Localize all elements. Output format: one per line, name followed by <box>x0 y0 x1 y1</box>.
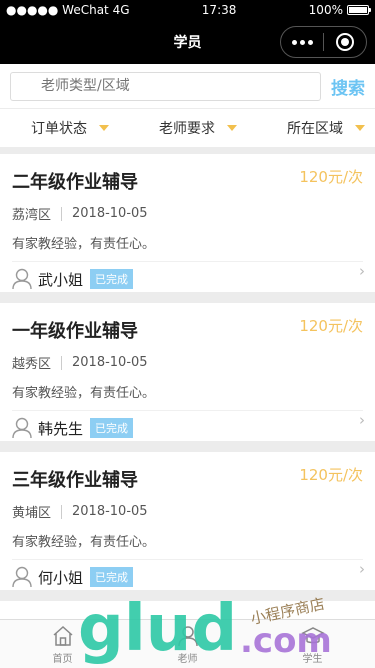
meta-divider <box>61 504 63 519</box>
nav-bar: 学员 <box>0 20 375 64</box>
order-date: 2018-10-05 <box>72 504 148 519</box>
order-card[interactable]: 三年级作业辅导 120元/次 黄埔区 2018-10-05 有家教经验，有责任心… <box>0 452 375 590</box>
order-meta: 越秀区 2018-10-05 <box>12 353 363 372</box>
card-header: 二年级作业辅导 120元/次 <box>12 154 363 194</box>
carrier-text: ●●●●● WeChat 4G <box>6 3 130 17</box>
user-icon <box>12 417 32 439</box>
order-district: 越秀区 <box>12 357 52 372</box>
order-footer: 何小姐 已完成 <box>12 560 363 594</box>
search-button[interactable]: 搜索 <box>331 74 365 99</box>
order-title: 三年级作业辅导 <box>12 470 138 491</box>
page-title: 学员 <box>173 35 202 51</box>
tab-label: 老师 <box>177 653 198 665</box>
tab-teacher[interactable]: 老师 <box>125 620 250 668</box>
clock: 17:38 <box>201 3 237 17</box>
more-dot-icon <box>307 39 313 45</box>
order-meta: 荔湾区 2018-10-05 <box>12 204 363 223</box>
tab-bar: 首页 老师 学生 <box>0 619 375 668</box>
status-badge: 已完成 <box>90 269 134 289</box>
student-name: 韩先生 <box>38 419 84 438</box>
filter-label: 老师要求 <box>159 121 215 137</box>
order-district: 黄埔区 <box>12 506 52 521</box>
order-description: 有家教经验，有责任心。 <box>12 382 363 411</box>
chevron-right-icon: › <box>359 560 365 578</box>
menu-capsule <box>280 26 367 58</box>
battery-percent: 100% <box>308 3 343 17</box>
status-left: ●●●●● WeChat 4G <box>6 3 130 17</box>
close-ring-icon <box>336 33 354 51</box>
filter-order-status[interactable]: 订单状态 <box>31 118 109 138</box>
user-icon <box>12 268 32 290</box>
card-header: 一年级作业辅导 120元/次 <box>12 303 363 343</box>
tab-label: 首页 <box>52 653 73 665</box>
meta-divider <box>61 206 63 221</box>
more-button[interactable] <box>281 39 323 45</box>
order-footer: 韩先生 已完成 <box>12 411 363 445</box>
teacher-icon <box>177 625 198 646</box>
order-price: 120元/次 <box>299 317 363 335</box>
order-description: 有家教经验，有责任心。 <box>12 531 363 560</box>
tab-student[interactable]: 学生 <box>250 620 375 668</box>
close-button[interactable] <box>324 33 366 51</box>
order-title: 一年级作业辅导 <box>12 321 138 342</box>
dropdown-triangle-icon <box>227 125 237 131</box>
status-bar: ●●●●● WeChat 4G 17:38 100% <box>0 0 375 20</box>
user-icon <box>12 566 32 588</box>
tab-home[interactable]: 首页 <box>0 620 125 668</box>
status-badge: 已完成 <box>90 567 134 587</box>
student-name: 武小姐 <box>38 270 84 289</box>
meta-divider <box>61 355 63 370</box>
chevron-right-icon: › <box>359 411 365 429</box>
search-input[interactable] <box>10 71 321 101</box>
more-dot-icon <box>291 39 297 45</box>
filter-area[interactable]: 所在区域 <box>287 118 365 138</box>
status-right: 100% <box>308 3 371 17</box>
filter-label: 订单状态 <box>31 121 87 137</box>
order-footer: 武小姐 已完成 <box>12 262 363 296</box>
order-card[interactable]: 一年级作业辅导 120元/次 越秀区 2018-10-05 有家教经验，有责任心… <box>0 303 375 441</box>
order-price: 120元/次 <box>299 168 363 186</box>
tab-label: 学生 <box>302 653 323 665</box>
order-price: 120元/次 <box>299 466 363 484</box>
dropdown-triangle-icon <box>355 125 365 131</box>
order-district: 荔湾区 <box>12 208 52 223</box>
order-card[interactable]: 二年级作业辅导 120元/次 荔湾区 2018-10-05 有家教经验，有责任心… <box>0 154 375 292</box>
home-icon <box>53 625 72 646</box>
search-bar: 搜索 <box>0 64 375 109</box>
dropdown-triangle-icon <box>99 125 109 131</box>
order-description: 有家教经验，有责任心。 <box>12 233 363 262</box>
order-date: 2018-10-05 <box>72 355 148 370</box>
top-bar: ●●●●● WeChat 4G 17:38 100% 学员 <box>0 0 375 64</box>
order-title: 二年级作业辅导 <box>12 172 138 193</box>
student-icon <box>300 626 325 643</box>
battery-icon <box>346 5 371 15</box>
chevron-right-icon: › <box>359 262 365 280</box>
status-badge: 已完成 <box>90 418 134 438</box>
filter-bar: 订单状态 老师要求 所在区域 <box>0 109 375 147</box>
filter-teacher-requirement[interactable]: 老师要求 <box>159 118 237 138</box>
student-name: 何小姐 <box>38 568 84 587</box>
order-meta: 黄埔区 2018-10-05 <box>12 502 363 521</box>
more-dot-icon <box>299 39 305 45</box>
order-date: 2018-10-05 <box>72 206 148 221</box>
order-list: 二年级作业辅导 120元/次 荔湾区 2018-10-05 有家教经验，有责任心… <box>0 147 375 641</box>
card-header: 三年级作业辅导 120元/次 <box>12 452 363 492</box>
filter-label: 所在区域 <box>287 121 343 137</box>
